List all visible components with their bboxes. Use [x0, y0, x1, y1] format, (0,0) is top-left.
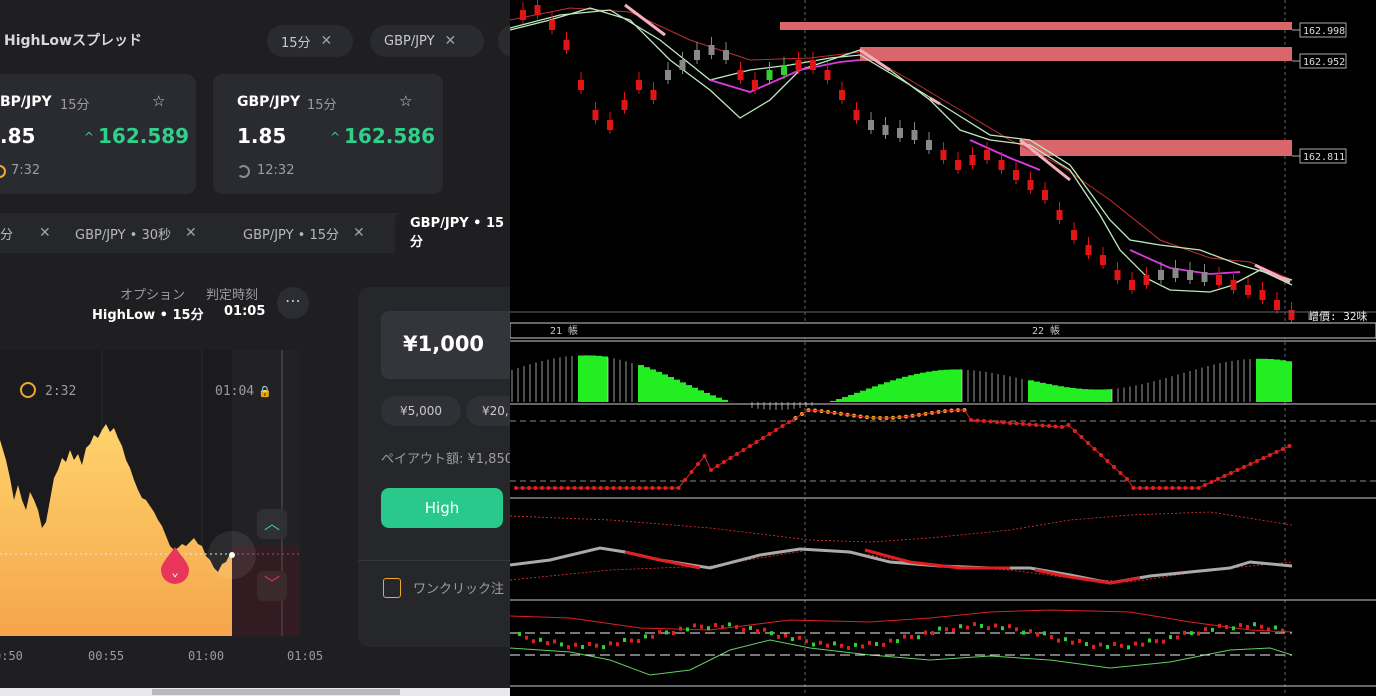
timer-icon [237, 165, 250, 178]
card-period: 15分 [60, 98, 90, 113]
trading-panel: HighLowスプレッド 15分 ✕ GBP/JPY ✕ BP/JPY 15分 … [0, 0, 510, 696]
chevron-up-icon[interactable]: ︿ [257, 509, 287, 539]
level-label: 162.811 [1303, 152, 1345, 163]
option-label: オプション [120, 288, 186, 303]
option-value: HighLow • 15分 [92, 308, 204, 323]
tab-label: GBP/JPY • 30秒 [75, 227, 172, 243]
close-icon[interactable]: ✕ [39, 225, 51, 241]
oneclick-label[interactable]: ワンクリック注 [413, 578, 504, 597]
x-tick: 01:05 [287, 649, 323, 663]
close-icon[interactable]: ✕ [445, 33, 457, 49]
pill-overflow[interactable] [498, 25, 510, 57]
payout-amount: ペイアウト額: ¥1,850 [381, 452, 510, 467]
tab-4-active[interactable]: GBP/JPY • 15分 [410, 213, 510, 253]
pill-period-label: 15分 [281, 35, 311, 51]
pill-period[interactable]: 15分 ✕ [267, 25, 353, 57]
pill-pair-label: GBP/JPY [384, 33, 435, 49]
tab-2[interactable]: GBP/JPY • 30秒 ✕ [75, 213, 197, 253]
card-period: 15分 [307, 98, 337, 113]
card-timer: 12:32 [257, 163, 295, 178]
tab-3[interactable]: GBP/JPY • 15分 ✕ [243, 213, 365, 253]
arrow-up-icon: ^ [330, 130, 341, 144]
tab-1[interactable]: 分 ✕ [0, 213, 51, 253]
star-icon[interactable]: ☆ [152, 92, 165, 110]
asset-card-1[interactable]: BP/JPY 15分 ☆ .85 ^ 162.589 7:32 [0, 74, 196, 194]
tab-label: GBP/JPY • 15分 [243, 227, 340, 243]
card-price: 162.589 [98, 124, 190, 148]
day-label: 22 帳 [1032, 324, 1060, 337]
x-tick: 00:55 [88, 649, 124, 663]
amount-value: ¥1,000 [403, 332, 485, 356]
level-label: 162.998 [1303, 26, 1345, 37]
expiry-label: 判定時刻 [206, 288, 259, 303]
x-tick: 01:00 [188, 649, 224, 663]
amount-field[interactable]: ¥1,000 [381, 311, 510, 379]
close-icon[interactable]: ✕ [185, 225, 197, 241]
close-time: 01:04 [215, 384, 254, 399]
level-label: 162.952 [1303, 57, 1345, 68]
tab-label: 分 [0, 227, 14, 243]
oneclick-icon [383, 578, 401, 598]
scrollbar-thumb[interactable] [152, 689, 400, 695]
chevron-down-icon[interactable]: ﹀ [257, 571, 287, 601]
preset-5000[interactable]: ¥5,000 [381, 396, 461, 426]
asset-card-2[interactable]: GBP/JPY 15分 ☆ 1.85 ^ 162.586 12:32 [213, 74, 443, 194]
card-timer: 7:32 [11, 163, 41, 178]
status-text: 嶒價: 32味 [1308, 309, 1368, 323]
card-payout: .85 [0, 124, 36, 148]
tab-label: GBP/JPY • 15分 [410, 216, 505, 250]
svg-text:🔒: 🔒 [258, 385, 272, 398]
countdown: 2:32 [45, 384, 76, 399]
x-tick: 0:50 [0, 649, 23, 663]
timer-icon [0, 165, 6, 178]
card-pair: BP/JPY [0, 94, 52, 110]
card-pair: GBP/JPY [237, 94, 301, 110]
pill-pair[interactable]: GBP/JPY ✕ [370, 25, 484, 57]
high-button[interactable]: High [381, 488, 503, 528]
expiry-value: 01:05 [224, 304, 266, 319]
day-label: 21 帳 [550, 324, 578, 337]
close-icon[interactable]: ✕ [353, 225, 365, 241]
mt4-chart-svg: 162.998 162.952 162.811 21 帳 22 帳 嶒價: 32… [510, 0, 1376, 696]
star-icon[interactable]: ☆ [399, 92, 412, 110]
close-icon[interactable]: ✕ [321, 33, 333, 49]
app-title: HighLowスプレッド [4, 33, 142, 49]
preset-20000[interactable]: ¥20, [466, 396, 510, 426]
more-icon[interactable]: ⋯ [277, 287, 309, 319]
card-payout: 1.85 [237, 124, 287, 148]
arrow-up-icon: ^ [84, 130, 95, 144]
svg-text:⌄: ⌄ [171, 565, 178, 579]
card-price: 162.586 [344, 124, 436, 148]
divider [358, 560, 510, 561]
mt4-chart: 162.998 162.952 162.811 21 帳 22 帳 嶒價: 32… [510, 0, 1376, 696]
